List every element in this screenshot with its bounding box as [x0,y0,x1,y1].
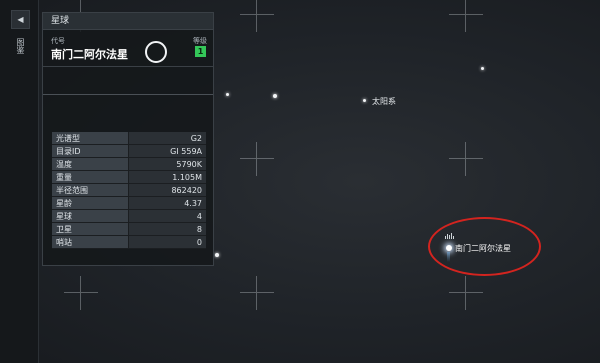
map-crosshair [449,142,483,176]
table-row: 温度 5790K [52,158,206,171]
map-crosshair [64,276,98,310]
stat-value: 0 [128,236,206,249]
star-point[interactable] [215,253,219,257]
left-sidebar: ◀ 图鉴 [0,0,39,363]
stat-key: 哨站 [52,236,128,249]
tab-encyclopedia[interactable]: 图鉴 [15,38,25,56]
stat-key: 卫星 [52,223,128,236]
table-row: 半径范围 862420 [52,184,206,197]
stat-value: G2 [128,132,206,145]
solar-system-label[interactable]: 太阳系 [372,96,396,107]
star-point[interactable] [226,93,229,96]
back-button[interactable]: ◀ [11,10,30,29]
arrow-left-icon: ◀ [17,15,24,24]
stat-key: 半径范围 [52,184,128,197]
star-info-panel: 星球 代号 等级 南门二阿尔法星 1 光谱型 G2 目录ID GI 559A 温度 5… [42,12,214,266]
stat-value: 5790K [128,158,206,171]
level-label: 等级 [193,37,207,45]
star-point[interactable] [481,67,484,70]
stat-value: GI 559A [128,145,206,158]
star-point[interactable] [273,94,277,98]
stat-value: 4.37 [128,197,206,210]
table-row: 目录ID GI 559A [52,145,206,158]
stat-key: 目录ID [52,145,128,158]
stat-value: 1.105M [128,171,206,184]
stat-key: 星龄 [52,197,128,210]
annotation-circle [428,217,541,276]
stat-value: 8 [128,223,206,236]
code-label: 代号 [51,37,65,45]
map-crosshair [449,276,483,310]
divider [43,94,213,95]
divider [43,66,213,67]
stat-value: 4 [128,210,206,223]
cursor-ring-icon [145,41,167,63]
table-row: 哨站 0 [52,236,206,249]
table-row: 星球 4 [52,210,206,223]
map-crosshair [240,0,274,32]
table-row: 星龄 4.37 [52,197,206,210]
stat-value: 862420 [128,184,206,197]
star-name: 南门二阿尔法星 [51,48,128,61]
table-row: 光谱型 G2 [52,132,206,145]
map-crosshair [240,276,274,310]
table-row: 重量 1.105M [52,171,206,184]
star-point[interactable] [363,99,366,102]
stat-key: 光谱型 [52,132,128,145]
level-badge: 1 [195,46,206,57]
stat-key: 重量 [52,171,128,184]
star-stats-table: 光谱型 G2 目录ID GI 559A 温度 5790K 重量 1.105M 半径范围 8… [52,132,206,249]
map-crosshair [449,0,483,32]
stat-key: 温度 [52,158,128,171]
table-row: 卫星 8 [52,223,206,236]
panel-title: 星球 [43,13,213,30]
stat-key: 星球 [52,210,128,223]
map-crosshair [240,142,274,176]
